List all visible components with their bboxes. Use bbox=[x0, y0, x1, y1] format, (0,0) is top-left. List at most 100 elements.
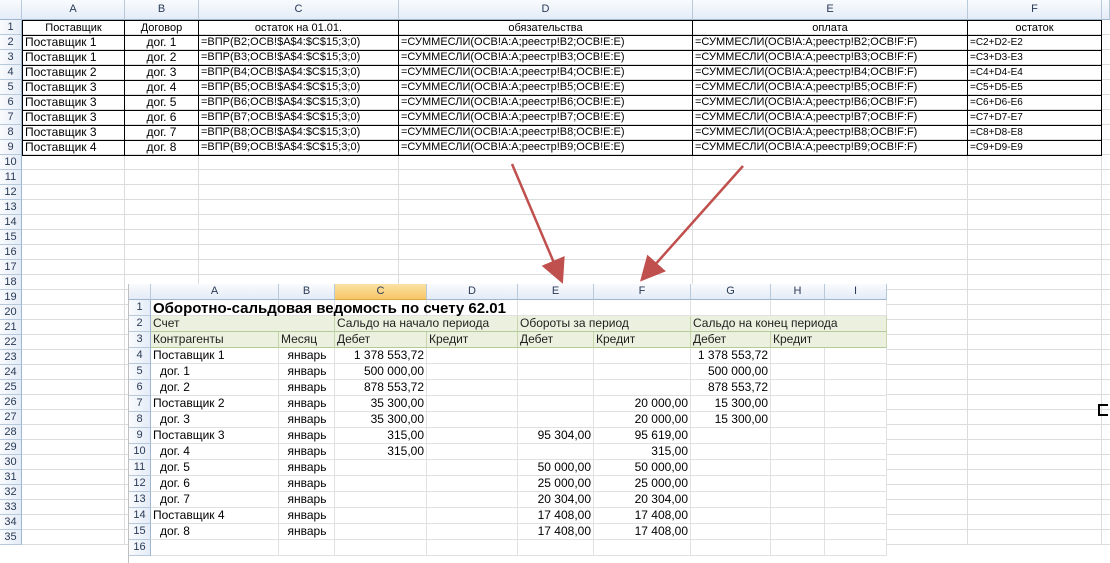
osv-debit-turn: 20 304,00 bbox=[537, 492, 591, 506]
osv-month: январь bbox=[287, 396, 327, 410]
osv-credit-turn: 20 000,00 bbox=[634, 396, 688, 410]
osv-month: январь bbox=[287, 444, 327, 458]
arrow-to-column-f bbox=[640, 165, 744, 282]
osv-credit-turn: 95 619,00 bbox=[634, 428, 688, 442]
osv-month: январь bbox=[287, 428, 327, 442]
osv-column-header-b: B bbox=[279, 284, 335, 300]
osv-month: январь bbox=[287, 524, 327, 538]
osv-debit-open: 878 553,72 bbox=[363, 380, 424, 394]
osv-month: январь bbox=[287, 460, 327, 474]
osv-contractor-name: дог. 7 bbox=[160, 492, 190, 506]
osv-contractor-name: дог. 8 bbox=[160, 524, 190, 538]
osv-column-header-f: F bbox=[594, 284, 691, 300]
osv-hdr-debit-close: Дебет bbox=[691, 332, 771, 348]
osv-credit-turn: 50 000,00 bbox=[634, 460, 688, 474]
osv-debit-open: 35 300,00 bbox=[370, 412, 424, 426]
osv-month: январь bbox=[287, 476, 327, 490]
osv-row-header-3: 3 bbox=[129, 332, 151, 348]
osv-contractor-name: Поставщик 1 bbox=[153, 348, 225, 362]
osv-contractor-name: дог. 1 bbox=[160, 364, 190, 378]
osv-contractor-name: Поставщик 2 bbox=[153, 396, 225, 410]
osv-debit-turn bbox=[518, 412, 594, 428]
osv-debit-turn: 17 408,00 bbox=[537, 524, 591, 538]
osv-row-header-4: 4 bbox=[129, 348, 151, 364]
osv-debit-open bbox=[335, 460, 427, 476]
osv-row-header-11: 11 bbox=[129, 460, 151, 476]
osv-row-header-10: 10 bbox=[129, 444, 151, 460]
osv-debit-close bbox=[691, 508, 771, 524]
osv-screenshot: ABCDEFGHI 1 2 3 4 5 6 7 8 9 10 11 12 13 14 15 16 Оборот… bbox=[128, 284, 887, 563]
osv-debit-open: 500 000,00 bbox=[363, 364, 424, 378]
osv-credit-open bbox=[427, 364, 518, 380]
arrow-to-column-e bbox=[510, 163, 565, 284]
osv-debit-open bbox=[335, 492, 427, 508]
osv-hdr-debit-open: Дебет bbox=[335, 332, 427, 348]
osv-corner-2 bbox=[129, 284, 151, 300]
osv-credit-open bbox=[427, 412, 518, 428]
osv-credit-open bbox=[427, 524, 518, 540]
osv-month: январь bbox=[287, 380, 327, 394]
osv-row-header-5: 5 bbox=[129, 364, 151, 380]
osv-contractor-name: дог. 6 bbox=[160, 476, 190, 490]
osv-hdr-opening: Сальдо на начало периода bbox=[335, 316, 518, 332]
osv-debit-open bbox=[335, 524, 427, 540]
osv-credit-open bbox=[427, 380, 518, 396]
osv-credit-turn bbox=[594, 364, 691, 380]
osv-credit-open bbox=[427, 396, 518, 412]
osv-credit-turn: 20 000,00 bbox=[634, 412, 688, 426]
osv-row-header-8: 8 bbox=[129, 412, 151, 428]
osv-debit-turn: 50 000,00 bbox=[537, 460, 591, 474]
osv-debit-open: 1 378 553,72 bbox=[353, 348, 424, 362]
osv-credit-turn: 20 304,00 bbox=[634, 492, 688, 506]
osv-credit-open bbox=[427, 476, 518, 492]
osv-credit-open bbox=[427, 444, 518, 460]
osv-hdr-closing: Сальдо на конец периода bbox=[691, 316, 887, 332]
osv-contractor-name: дог. 3 bbox=[160, 412, 190, 426]
osv-debit-turn: 17 408,00 bbox=[537, 508, 591, 522]
osv-hdr-month: Месяц bbox=[279, 332, 335, 348]
osv-credit-open bbox=[427, 428, 518, 444]
osv-row-header-7: 7 bbox=[129, 396, 151, 412]
osv-credit-turn: 17 408,00 bbox=[634, 508, 688, 522]
osv-debit-close bbox=[691, 492, 771, 508]
osv-hdr-credit-open: Кредит bbox=[427, 332, 518, 348]
osv-debit-open: 35 300,00 bbox=[370, 396, 424, 410]
osv-credit-turn: 17 408,00 bbox=[634, 524, 688, 538]
osv-row-header-9: 9 bbox=[129, 428, 151, 444]
osv-debit-turn: 95 304,00 bbox=[537, 428, 591, 442]
osv-debit-close bbox=[691, 476, 771, 492]
osv-debit-close bbox=[691, 428, 771, 444]
osv-month: январь bbox=[287, 412, 327, 426]
osv-debit-open: 315,00 bbox=[387, 428, 424, 442]
cell-cursor-icon bbox=[1098, 404, 1108, 416]
osv-credit-open bbox=[427, 508, 518, 524]
osv-row-header-14: 14 bbox=[129, 508, 151, 524]
osv-debit-close bbox=[691, 524, 771, 540]
osv-title: Оборотно-сальдовая ведомость по счету 62… bbox=[153, 300, 506, 316]
osv-hdr-account: Счет bbox=[151, 316, 335, 332]
osv-debit-turn bbox=[518, 348, 594, 364]
osv-row-header-13: 13 bbox=[129, 492, 151, 508]
osv-debit-open: 315,00 bbox=[387, 444, 424, 458]
osv-debit-close bbox=[691, 460, 771, 476]
osv-credit-open bbox=[427, 348, 518, 364]
osv-contractor-name: дог. 2 bbox=[160, 380, 190, 394]
osv-contractor-name: Поставщик 3 bbox=[153, 428, 225, 442]
osv-column-header-d: D bbox=[427, 284, 518, 300]
osv-debit-turn: 25 000,00 bbox=[537, 476, 591, 490]
osv-column-header-h: H bbox=[771, 284, 825, 300]
osv-row-header-12: 12 bbox=[129, 476, 151, 492]
osv-column-header-e: E bbox=[518, 284, 594, 300]
osv-debit-close: 15 300,00 bbox=[714, 412, 768, 426]
osv-row-header-2: 2 bbox=[129, 316, 151, 332]
osv-column-header-c: C bbox=[335, 284, 427, 300]
osv-debit-turn bbox=[518, 396, 594, 412]
osv-debit-open bbox=[335, 476, 427, 492]
osv-gridline-row bbox=[151, 555, 887, 556]
osv-contractor-name: дог. 5 bbox=[160, 460, 190, 474]
osv-month: январь bbox=[287, 364, 327, 378]
osv-contractor-name: Поставщик 4 bbox=[153, 508, 225, 522]
osv-hdr-credit-close: Кредит bbox=[771, 332, 887, 348]
osv-row-header-1: 1 bbox=[129, 300, 151, 316]
osv-credit-turn bbox=[594, 380, 691, 396]
